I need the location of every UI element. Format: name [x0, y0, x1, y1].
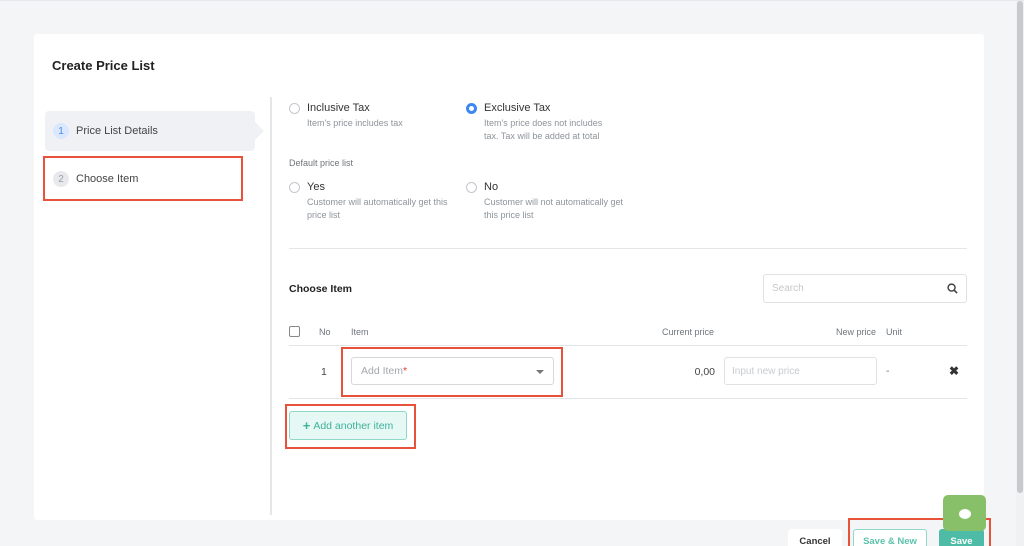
page-title: Create Price List: [52, 58, 155, 73]
radio-exclusive-tax[interactable]: Exclusive Tax Item's price does not incl…: [466, 102, 616, 143]
step-choose-item[interactable]: 2 Choose Item: [45, 159, 255, 199]
radio-button-checked[interactable]: [466, 102, 477, 114]
row-number: 1: [321, 366, 327, 378]
radio-label: No: [484, 181, 499, 193]
column-header-no: No: [319, 327, 331, 337]
radio-description: Item's price includes tax: [307, 118, 403, 128]
chat-icon: [959, 509, 971, 519]
remove-row-icon[interactable]: ✖: [949, 364, 959, 378]
radio-button[interactable]: [289, 102, 300, 114]
price-list-card: Create Price List 1 Price List Details 2…: [34, 34, 984, 520]
save-button[interactable]: Save: [939, 529, 984, 546]
select-all-checkbox[interactable]: [289, 326, 300, 337]
radio-inclusive-tax[interactable]: Inclusive Tax Item's price includes tax: [289, 102, 459, 130]
radio-label: Inclusive Tax: [307, 102, 370, 114]
chevron-down-icon: [536, 370, 544, 374]
column-header-item: Item: [351, 327, 369, 337]
search-input[interactable]: [772, 283, 947, 294]
steps-nav: 1 Price List Details 2 Choose Item: [45, 111, 264, 207]
chat-widget-button[interactable]: [943, 495, 986, 531]
step-price-list-details[interactable]: 1 Price List Details: [45, 111, 264, 151]
radio-default-yes[interactable]: Yes Customer will automatically get this…: [289, 181, 449, 222]
radio-label: Yes: [307, 181, 325, 193]
radio-description: Customer will not automatically get this…: [484, 197, 624, 220]
choose-item-title: Choose Item: [289, 283, 353, 295]
add-another-item-button[interactable]: + Add another item: [289, 411, 407, 440]
table-header-divider: [289, 345, 967, 346]
item-select-dropdown[interactable]: Add Item *: [351, 357, 554, 385]
current-price-value: 0,00: [694, 366, 715, 378]
new-price-input[interactable]: [724, 357, 877, 385]
default-price-list-label: Default price list: [289, 158, 354, 168]
vertical-divider: [270, 97, 272, 515]
radio-button[interactable]: [466, 181, 477, 193]
unit-value: -: [886, 365, 890, 377]
content-area: Inclusive Tax Item's price includes tax …: [289, 34, 969, 520]
column-header-current-price: Current price: [662, 327, 715, 337]
section-divider: [289, 248, 967, 249]
plus-icon: +: [302, 418, 311, 433]
save-and-new-button[interactable]: Save & New: [853, 529, 927, 546]
search-icon[interactable]: [947, 283, 958, 294]
radio-label: Exclusive Tax: [484, 102, 551, 114]
radio-button[interactable]: [289, 181, 300, 193]
step-number: 2: [53, 171, 69, 187]
add-button-label: Add another item: [313, 419, 394, 432]
item-select-placeholder: Add Item: [361, 365, 404, 377]
search-box[interactable]: [763, 274, 967, 303]
step-label: Choose Item: [76, 173, 139, 185]
row-divider: [289, 398, 967, 399]
radio-description: Item's price does not includes tax. Tax …: [484, 118, 603, 141]
step-label: Price List Details: [76, 125, 158, 137]
cancel-button[interactable]: Cancel: [788, 529, 842, 546]
column-header-new-price: New price: [836, 327, 877, 337]
radio-default-no[interactable]: No Customer will not automatically get t…: [466, 181, 626, 222]
scrollbar-thumb[interactable]: [1017, 1, 1023, 493]
page-scrollbar[interactable]: [1016, 1, 1024, 546]
radio-description: Customer will automatically get this pri…: [307, 197, 448, 220]
required-mark: *: [403, 365, 408, 377]
step-number: 1: [53, 123, 69, 139]
column-header-unit: Unit: [886, 327, 903, 337]
